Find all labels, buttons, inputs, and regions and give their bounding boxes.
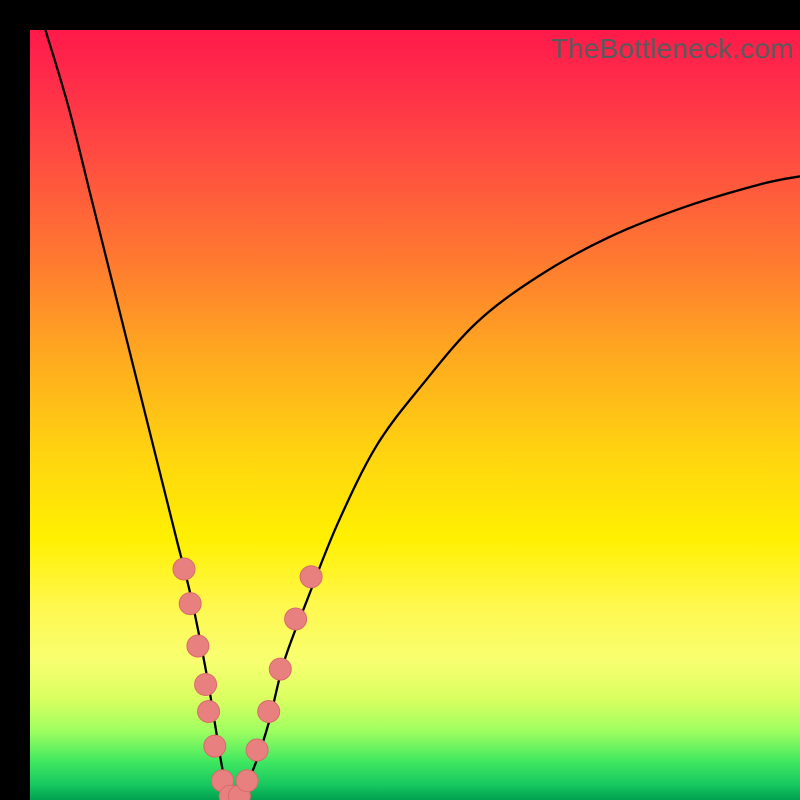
data-marker — [204, 735, 226, 757]
data-marker — [269, 658, 291, 680]
data-marker — [300, 566, 322, 588]
chart-frame: TheBottleneck.com — [30, 30, 800, 800]
data-marker — [187, 635, 209, 657]
curve-path — [45, 30, 800, 800]
data-marker — [246, 739, 268, 761]
data-marker — [179, 593, 201, 615]
data-marker — [236, 770, 258, 792]
data-marker — [195, 674, 217, 696]
data-marker — [198, 701, 220, 723]
bottleneck-curve — [30, 30, 800, 800]
data-marker — [285, 608, 307, 630]
data-marker — [173, 558, 195, 580]
data-marker — [258, 701, 280, 723]
